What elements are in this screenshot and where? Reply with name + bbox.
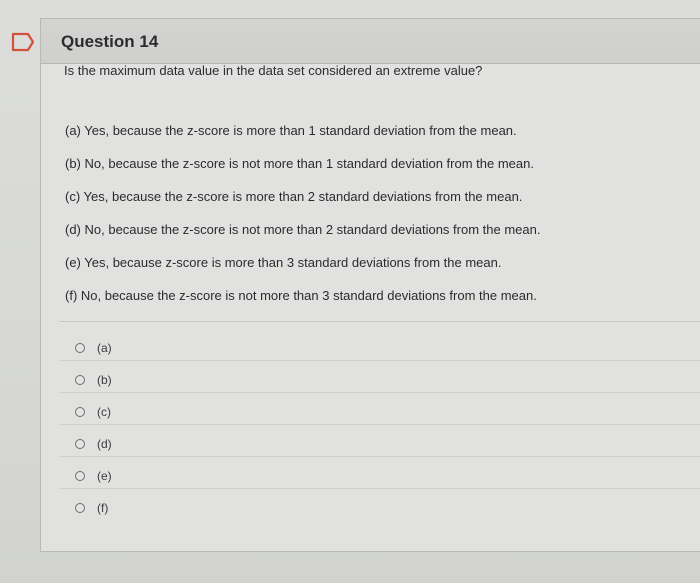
question-title: Question 14: [61, 32, 159, 51]
option-divider: [59, 392, 700, 393]
radio-button-icon[interactable]: [75, 407, 85, 417]
section-divider: [59, 321, 700, 322]
option-divider: [59, 360, 700, 361]
option-label: (f): [97, 501, 109, 515]
option-label: (b): [97, 373, 112, 387]
answer-option-f[interactable]: (f): [75, 497, 108, 519]
option-divider: [59, 456, 700, 457]
choice-text-d: (d) No, because the z-score is not more …: [65, 222, 541, 237]
choice-text-a: (a) Yes, because the z-score is more tha…: [65, 123, 517, 138]
choice-text-f: (f) No, because the z-score is not more …: [65, 288, 537, 303]
option-label: (a): [97, 341, 112, 355]
option-label: (c): [97, 405, 111, 419]
answer-option-d[interactable]: (d): [75, 433, 112, 455]
answer-option-a[interactable]: (a): [75, 337, 112, 359]
answer-option-e[interactable]: (e): [75, 465, 112, 487]
choice-text-e: (e) Yes, because z-score is more than 3 …: [65, 255, 502, 270]
radio-button-icon[interactable]: [75, 439, 85, 449]
bookmark-flag-icon[interactable]: [10, 31, 36, 53]
radio-button-icon[interactable]: [75, 375, 85, 385]
option-divider: [59, 488, 700, 489]
radio-button-icon[interactable]: [75, 503, 85, 513]
question-card: Question 14 Is the maximum data value in…: [40, 18, 700, 552]
option-label: (d): [97, 437, 112, 451]
quiz-page: Question 14 Is the maximum data value in…: [0, 0, 700, 583]
radio-button-icon[interactable]: [75, 343, 85, 353]
radio-button-icon[interactable]: [75, 471, 85, 481]
option-label: (e): [97, 469, 112, 483]
answer-option-b[interactable]: (b): [75, 369, 112, 391]
question-header: Question 14: [41, 19, 700, 64]
option-divider: [59, 424, 700, 425]
choice-text-b: (b) No, because the z-score is not more …: [65, 156, 534, 171]
answer-option-c[interactable]: (c): [75, 401, 111, 423]
choice-text-c: (c) Yes, because the z-score is more tha…: [65, 189, 523, 204]
question-prompt: Is the maximum data value in the data se…: [64, 63, 483, 78]
